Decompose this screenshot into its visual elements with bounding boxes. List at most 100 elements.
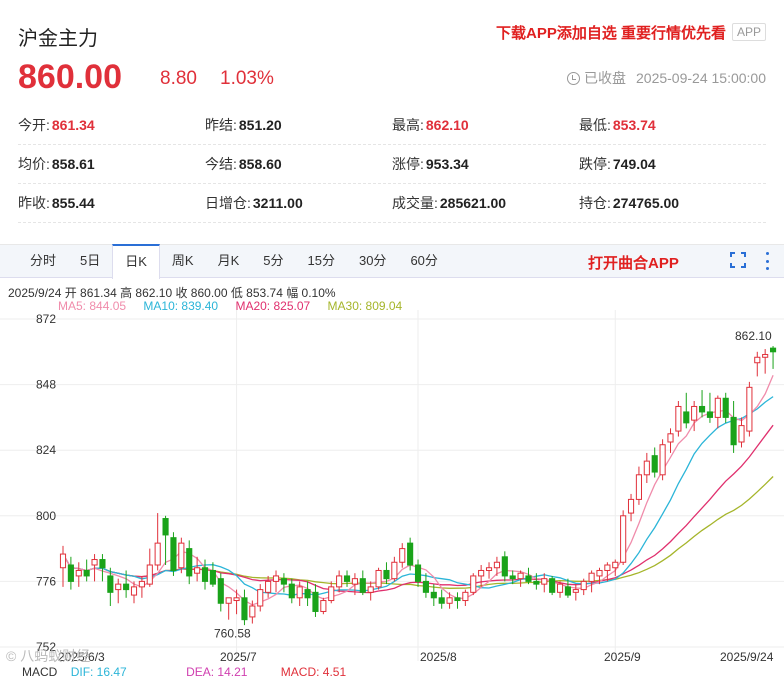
candle-body [178, 542, 185, 569]
candle-body [454, 597, 461, 602]
candle-body [564, 586, 571, 596]
candle-body [367, 586, 374, 593]
candle-body [257, 589, 264, 607]
candle-body [343, 575, 351, 582]
candle-body [730, 416, 737, 446]
candle-body [478, 569, 485, 577]
candle-body [375, 569, 382, 588]
stats-row: 今开: 861.34 昨结: 851.20 最高: 862.10 最低: 853.74 [18, 106, 766, 145]
candle-body [328, 586, 335, 602]
stats-grid: 今开: 861.34 昨结: 851.20 最高: 862.10 最低: 853.74 均价: 8… [18, 106, 766, 223]
candle-body [312, 591, 319, 612]
y-tick-label: 800 [36, 509, 56, 523]
candle-body [635, 474, 642, 500]
app-badge[interactable]: APP [731, 23, 766, 41]
tab-3[interactable]: 周K [160, 244, 206, 278]
candle-body [501, 556, 508, 577]
stat-label: 昨结: [205, 117, 237, 133]
stat-label: 跌停: [579, 156, 611, 172]
candle-body [493, 561, 500, 569]
tab-5[interactable]: 5分 [251, 244, 295, 278]
candle-body [620, 515, 627, 563]
candle-body [407, 542, 414, 566]
candle-body [249, 605, 256, 618]
candle-body [517, 572, 524, 580]
more-icon[interactable] [762, 252, 772, 270]
candle-body [391, 561, 398, 580]
stat-value: 285621.00 [439, 195, 507, 211]
candle-body [643, 460, 650, 476]
macd-title: MACD [22, 665, 58, 679]
open-app-button[interactable]: 打开曲合APP [588, 252, 679, 273]
candle-body [596, 569, 603, 577]
candle-body [430, 591, 437, 599]
stat-value: 861.34 [51, 117, 95, 133]
tab-4[interactable]: 月K [206, 244, 252, 278]
candle-body [422, 580, 429, 593]
y-tick-label: 776 [36, 574, 56, 588]
candle-body [691, 405, 698, 421]
x-tick-label: 2025/9/24 [720, 650, 774, 662]
tab-8[interactable]: 60分 [398, 244, 449, 278]
stat-cell: 最低: 853.74 [579, 115, 766, 135]
low-annotation: 760.58 [214, 627, 251, 641]
tab-2[interactable]: 日K [112, 243, 160, 279]
stat-cell: 昨收: 855.44 [18, 193, 205, 213]
candle-body [746, 386, 753, 432]
candle-body [59, 553, 67, 569]
market-status: 已收盘 2025-09-24 15:00:00 [567, 68, 766, 88]
download-app-promo-link[interactable]: 下载APP添加自选 重要行情优先看 [496, 22, 726, 43]
candle-body [296, 586, 303, 599]
price-change: 8.80 [160, 68, 197, 89]
candle-body [438, 597, 445, 604]
candle-body [683, 411, 690, 424]
macd-legend: MACD DIF: 16.47 DEA: 14.21 MACD: 4.51 [22, 665, 346, 679]
stat-label: 最低: [579, 117, 611, 133]
stat-value: 851.20 [238, 117, 282, 133]
stat-label: 涨停: [392, 156, 424, 172]
tab-6[interactable]: 15分 [296, 244, 347, 278]
candle-body [556, 583, 564, 593]
kline-chart[interactable]: 872848824800776752862.10760.582025/6/3 20… [0, 310, 784, 662]
tab-1[interactable]: 5日 [68, 244, 112, 278]
candle-body [383, 569, 390, 580]
candle-body [675, 405, 682, 432]
candle-body [762, 354, 769, 358]
candle-body [123, 583, 130, 591]
candle-body [738, 425, 745, 443]
candle-body [162, 518, 169, 536]
macd-dea: DEA: 14.21 [186, 665, 248, 679]
candle-body [241, 597, 248, 621]
stat-cell: 持仓: 274765.00 [579, 193, 766, 213]
tab-7[interactable]: 30分 [347, 244, 398, 278]
x-tick-label: 2025/7 [220, 650, 257, 662]
candle-body [233, 597, 240, 602]
stat-value: 858.61 [51, 156, 95, 172]
y-tick-label: 824 [36, 443, 56, 457]
candle-body [549, 578, 556, 593]
candle-body [541, 578, 548, 585]
x-tick-label: 2025/8 [420, 650, 457, 662]
stat-value: 3211.00 [252, 195, 303, 211]
quote-header: 沪金主力 下载APP添加自选 重要行情优先看 APP 860.00 8.80 1… [0, 0, 784, 240]
stat-label: 持仓: [579, 195, 611, 211]
stat-label: 昨收: [18, 195, 50, 211]
candle-body [138, 580, 145, 588]
tab-0[interactable]: 分时 [0, 244, 68, 278]
candle-body [659, 444, 666, 476]
market-status-text: 已收盘 [584, 70, 626, 86]
high-annotation: 862.10 [735, 329, 772, 343]
quote-datetime: 2025-09-24 15:00:00 [636, 70, 766, 86]
macd-dif: DIF: 16.47 [70, 665, 127, 679]
candle-body [83, 569, 90, 577]
fullscreen-icon[interactable] [730, 252, 746, 268]
macd-value: MACD: 4.51 [280, 665, 347, 679]
candle-body [91, 559, 98, 566]
y-tick-label: 848 [36, 378, 56, 392]
candle-body [336, 575, 343, 588]
stats-row: 均价: 858.61 今结: 858.60 涨停: 953.34 跌停: 749.04 [18, 145, 766, 184]
candle-body [186, 548, 193, 577]
stat-cell: 昨结: 851.20 [205, 115, 392, 135]
candle-body [667, 433, 674, 443]
candle-body [170, 537, 177, 571]
